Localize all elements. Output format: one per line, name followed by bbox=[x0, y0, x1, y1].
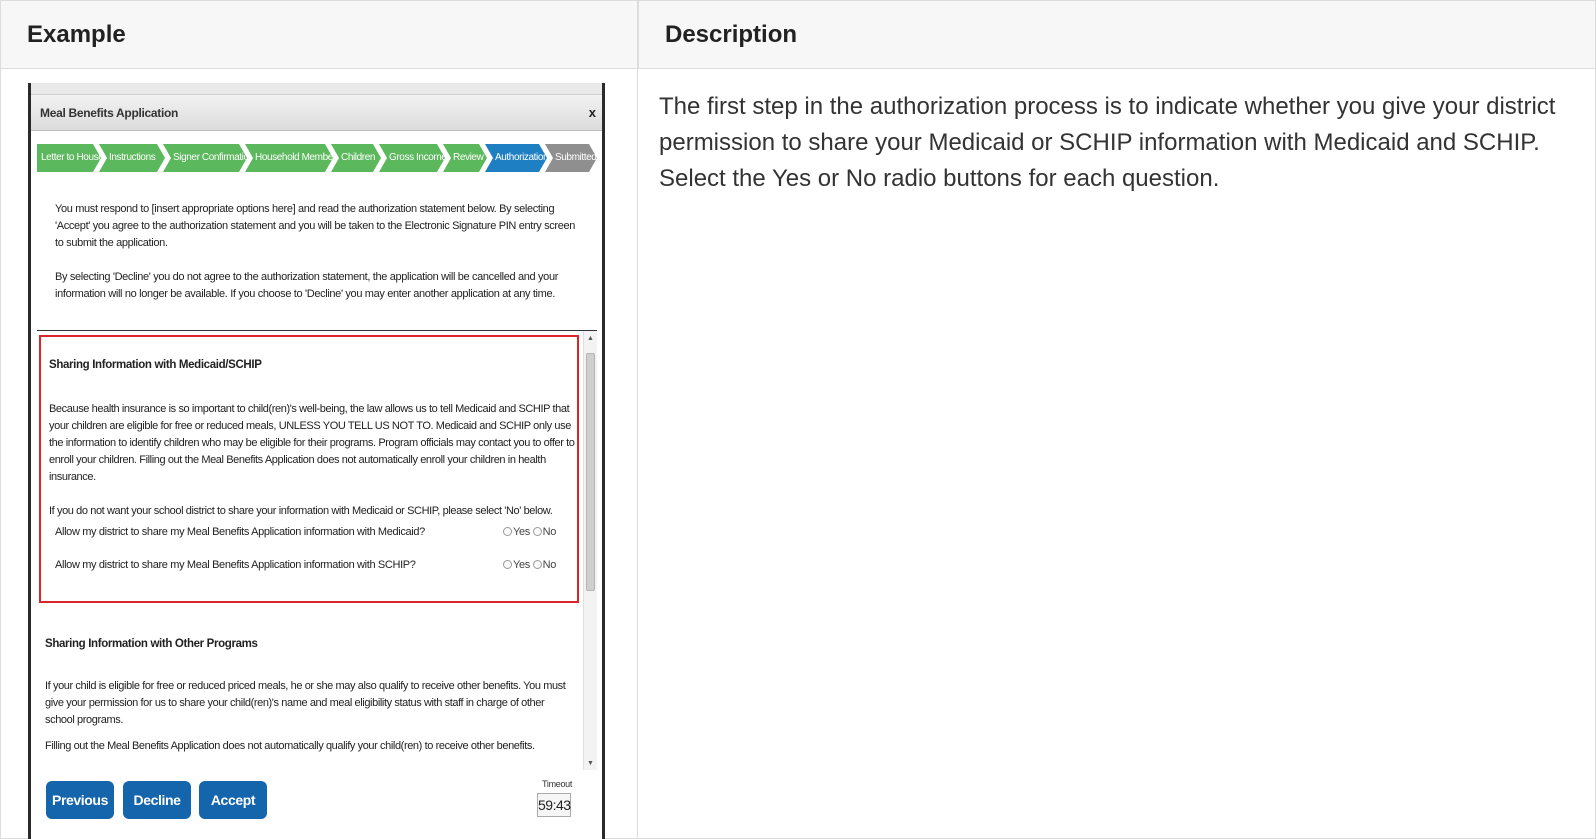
scroll-thumb[interactable] bbox=[586, 353, 595, 591]
intro-paragraph-decline: By selecting 'Decline' you do not agree … bbox=[55, 271, 559, 300]
doc-table: Example Description The first step in th… bbox=[0, 0, 1596, 839]
medicaid-section-title: Sharing Information with Medicaid/SCHIP bbox=[49, 359, 262, 371]
example-screenshot: Meal Benefits Application x Letter to Ho… bbox=[28, 83, 605, 839]
decline-button[interactable]: Decline bbox=[123, 781, 191, 819]
question-medicaid: Allow my district to share my Meal Benef… bbox=[55, 526, 575, 542]
timeout-value: 59:43 bbox=[537, 793, 571, 817]
step-household-members[interactable]: Household Members bbox=[245, 144, 333, 172]
medicaid-yes-label: Yes bbox=[513, 526, 530, 538]
dialog-title: Meal Benefits Application bbox=[40, 106, 179, 120]
intro-paragraph-accept: You must respond to [insert appropriate … bbox=[55, 203, 576, 249]
dialog-footer: Previous Decline Accept Timeout 59:43 bbox=[31, 771, 602, 839]
step-review[interactable]: Review bbox=[443, 144, 487, 172]
question-schip-options: Yes No bbox=[503, 559, 556, 571]
step-instructions[interactable]: Instructions bbox=[99, 144, 165, 172]
authorization-scroll-area[interactable]: Sharing Information with Medicaid/SCHIP … bbox=[37, 330, 597, 770]
other-programs-note: Filling out the Meal Benefits Applicatio… bbox=[45, 740, 535, 752]
step-children[interactable]: Children bbox=[331, 144, 381, 172]
medicaid-paragraph: Because health insurance is so important… bbox=[49, 403, 575, 483]
medicaid-highlight-box: Sharing Information with Medicaid/SCHIP … bbox=[39, 335, 579, 603]
medicaid-no-radio[interactable] bbox=[532, 527, 542, 536]
dialog-titlebar: Meal Benefits Application x bbox=[31, 95, 602, 131]
question-schip-label: Allow my district to share my Meal Benef… bbox=[55, 559, 416, 571]
schip-yes-label: Yes bbox=[513, 559, 530, 571]
medicaid-instruction: If you do not want your school district … bbox=[49, 505, 553, 517]
vertical-scrollbar[interactable]: ▲ ▼ bbox=[583, 331, 597, 770]
scroll-down-icon[interactable]: ▼ bbox=[587, 760, 594, 767]
scroll-up-icon[interactable]: ▲ bbox=[587, 335, 594, 342]
browser-strip bbox=[31, 83, 602, 95]
intro-text: You must respond to [insert appropriate … bbox=[55, 201, 585, 320]
column-divider bbox=[637, 1, 638, 839]
progress-steps: Letter to Household Instructions Signer … bbox=[37, 144, 596, 172]
question-schip: Allow my district to share my Meal Benef… bbox=[55, 559, 575, 575]
question-medicaid-label: Allow my district to share my Meal Benef… bbox=[55, 526, 425, 538]
step-signer-confirmation[interactable]: Signer Confirmation bbox=[163, 144, 247, 172]
medicaid-no-label: No bbox=[542, 526, 557, 538]
step-letter-to-household[interactable]: Letter to Household bbox=[37, 144, 101, 172]
schip-yes-radio[interactable] bbox=[503, 560, 512, 569]
question-medicaid-options: Yes No bbox=[503, 526, 556, 538]
header-example: Example bbox=[27, 21, 126, 48]
close-icon[interactable]: x bbox=[589, 105, 596, 120]
description-text: The first step in the authorization proc… bbox=[659, 93, 1556, 192]
timeout-label: Timeout bbox=[542, 779, 573, 789]
step-gross-income[interactable]: Gross Income bbox=[379, 144, 445, 172]
step-submitted[interactable]: Submitted bbox=[545, 144, 597, 172]
schip-no-label: No bbox=[542, 559, 557, 571]
header-description: Description bbox=[638, 1, 1595, 69]
accept-button[interactable]: Accept bbox=[199, 781, 267, 819]
other-programs-paragraph: If your child is eligible for free or re… bbox=[45, 680, 566, 726]
previous-button[interactable]: Previous bbox=[46, 781, 114, 819]
step-authorization[interactable]: Authorization bbox=[485, 144, 547, 172]
table-header-row: Example Description bbox=[1, 1, 1595, 69]
other-programs-title: Sharing Information with Other Programs bbox=[45, 638, 258, 650]
medicaid-yes-radio[interactable] bbox=[503, 527, 512, 536]
schip-no-radio[interactable] bbox=[532, 560, 542, 569]
